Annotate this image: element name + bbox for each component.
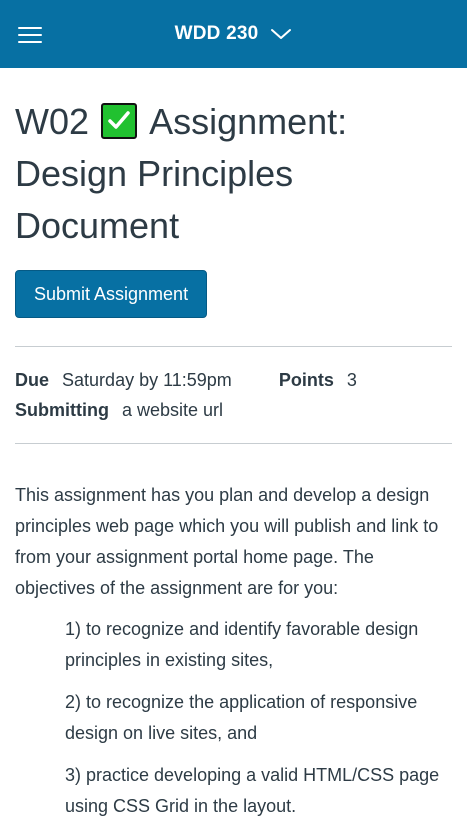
objective-item: 3) practice developing a valid HTML/CSS … bbox=[65, 765, 440, 816]
assignment-description: This assignment has you plan and develop… bbox=[15, 480, 452, 822]
points-label: Points bbox=[278, 370, 334, 390]
title-prefix: W02 bbox=[15, 101, 90, 142]
hamburger-menu-icon[interactable] bbox=[18, 27, 42, 43]
assignment-details: Due Saturday by 11:59pm Points 3 Submitt… bbox=[15, 347, 452, 443]
due-label: Due bbox=[15, 370, 50, 390]
objectives-list: 1) to recognize and identify favorable d… bbox=[65, 614, 452, 822]
objective-item: 1) to recognize and identify favorable d… bbox=[65, 619, 419, 670]
chevron-down-icon bbox=[271, 29, 292, 39]
divider bbox=[15, 443, 452, 444]
assignment-content: W02 Assignment: Design Principles Docume… bbox=[0, 96, 467, 822]
course-switcher[interactable]: WDD 230 bbox=[175, 23, 293, 45]
description-intro: This assignment has you plan and develop… bbox=[15, 485, 439, 598]
due-value: Saturday by 11:59pm bbox=[62, 370, 232, 390]
course-title: WDD 230 bbox=[174, 23, 259, 44]
objective-item: 2) to recognize the application of respo… bbox=[65, 692, 418, 743]
submitting-label: Submitting bbox=[15, 400, 109, 420]
points-value: 3 bbox=[346, 370, 357, 390]
page-title: W02 Assignment: Design Principles Docume… bbox=[15, 96, 452, 252]
submitting-value: a website url bbox=[122, 400, 224, 420]
top-bar: WDD 230 bbox=[0, 0, 467, 68]
submit-assignment-button[interactable]: Submit Assignment bbox=[15, 270, 208, 318]
check-mark-icon bbox=[101, 103, 138, 139]
